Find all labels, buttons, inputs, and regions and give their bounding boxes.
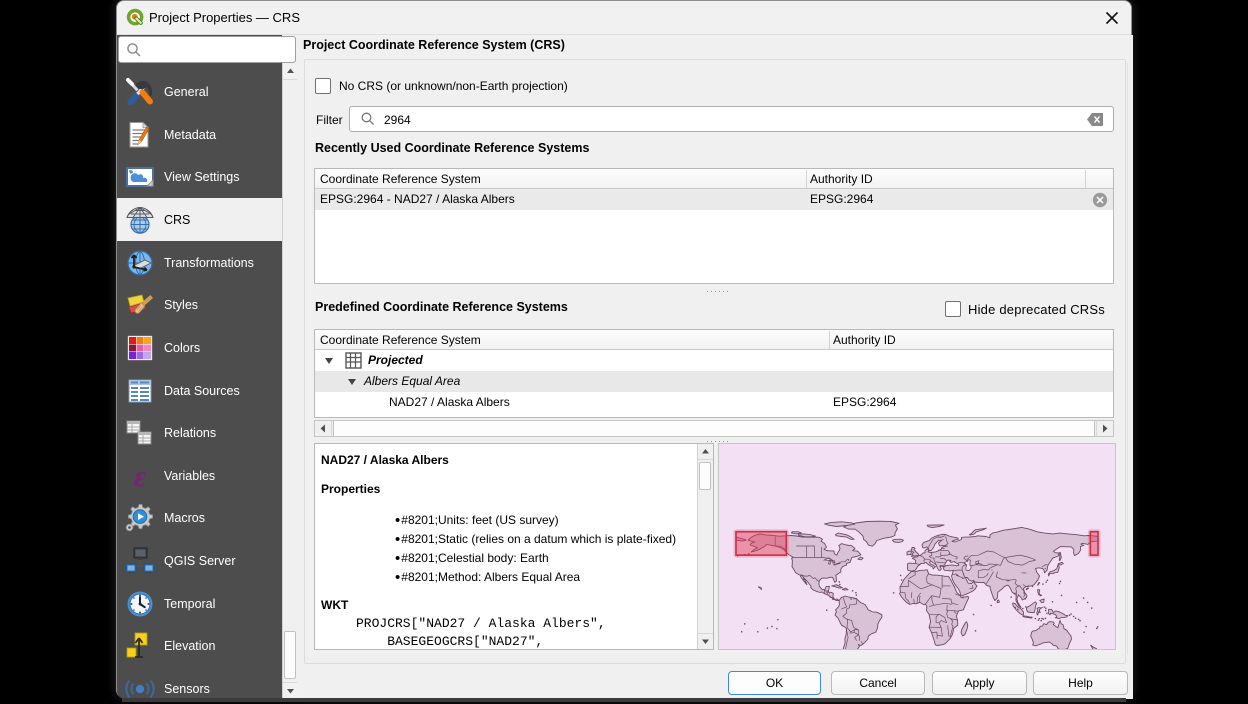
svg-text:ε: ε [134, 461, 147, 491]
